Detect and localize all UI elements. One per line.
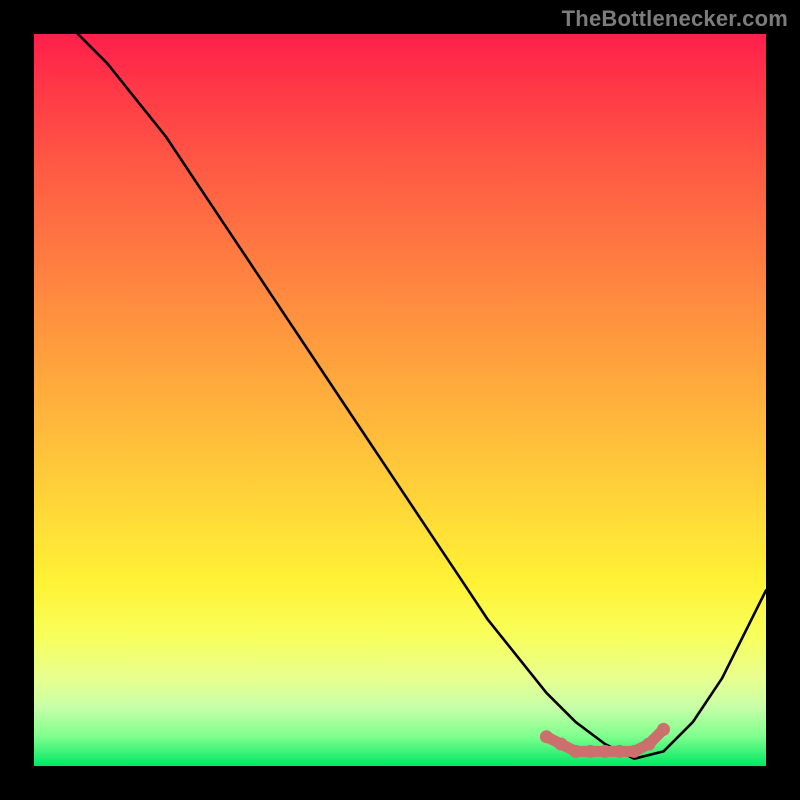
plot-area (34, 34, 766, 766)
watermark-text: TheBottlenecker.com (562, 6, 788, 32)
optimal-band-dot (555, 738, 568, 751)
optimal-band-markers (540, 723, 670, 758)
optimal-band-dot (628, 745, 641, 758)
optimal-band-dot (569, 745, 582, 758)
optimal-band-dot (540, 730, 553, 743)
optimal-band-dot (613, 745, 626, 758)
chart-frame: TheBottlenecker.com (0, 0, 800, 800)
optimal-band-dot (657, 723, 670, 736)
bottleneck-curve-svg (34, 34, 766, 766)
bottleneck-curve (78, 34, 766, 759)
optimal-band-dot (642, 738, 655, 751)
optimal-band-dot (584, 745, 597, 758)
optimal-band-dot (599, 745, 612, 758)
